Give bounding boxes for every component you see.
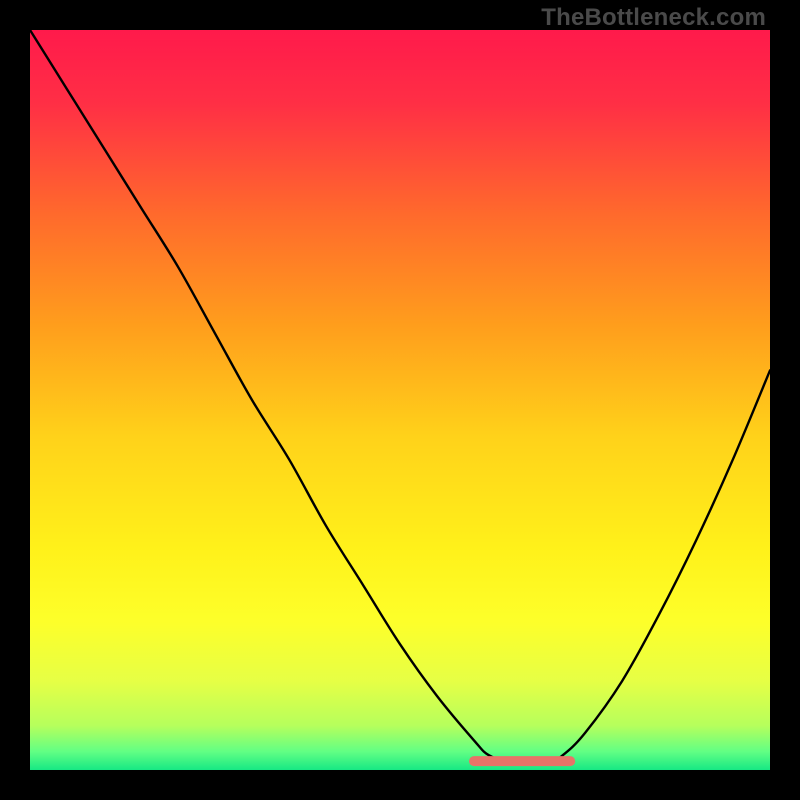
plot-area bbox=[30, 30, 770, 770]
watermark-text: TheBottleneck.com bbox=[541, 4, 766, 32]
curve-layer bbox=[30, 30, 770, 770]
chart-frame bbox=[30, 30, 770, 770]
bottleneck-curve bbox=[30, 30, 770, 764]
